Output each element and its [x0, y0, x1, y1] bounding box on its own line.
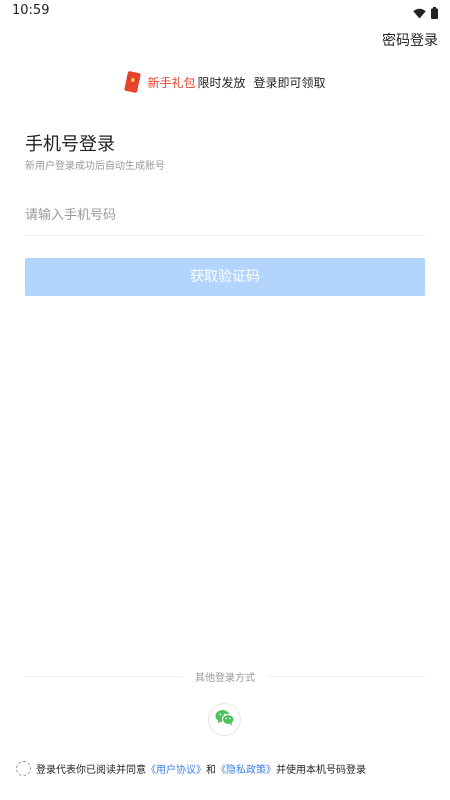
wechat-icon	[215, 709, 235, 730]
other-login-methods: 其他登录方式	[25, 668, 425, 684]
login-screen: 10:59 密码登录 新手礼包 限时发放 登录即可领取 手机号登录 新用户登录成…	[0, 0, 450, 800]
page-title: 手机号登录	[25, 134, 115, 155]
gift-claim-text: 登录即可领取	[253, 75, 326, 90]
gift-banner[interactable]: 新手礼包 限时发放 登录即可领取	[0, 68, 450, 96]
page-subtitle: 新用户登录成功后自动生成账号	[25, 161, 165, 172]
agreement-row: 登录代表你已阅读并同意 《用户协议》 和 《隐私政策》 并使用本机号码登录	[16, 759, 436, 777]
red-envelope-icon	[124, 70, 142, 94]
password-login-link[interactable]: 密码登录	[382, 30, 438, 50]
status-bar: 10:59	[0, 0, 450, 22]
gift-limited-text: 限时发放	[197, 75, 246, 90]
agree-checkbox[interactable]	[16, 760, 31, 776]
status-icons	[413, 4, 438, 23]
agreement-suffix: 并使用本机号码登录	[276, 764, 366, 776]
user-agreement-link[interactable]: 《用户协议》	[146, 761, 206, 776]
privacy-policy-link[interactable]: 《隐私政策》	[216, 761, 276, 776]
divider-right	[269, 675, 425, 677]
wechat-login-button[interactable]	[208, 703, 241, 736]
status-time: 10:59	[12, 3, 50, 18]
gift-highlight-text: 新手礼包	[147, 75, 196, 90]
wifi-icon	[413, 4, 426, 23]
agreement-and: 和	[206, 764, 216, 776]
get-code-button[interactable]: 获取验证码	[25, 258, 425, 296]
agreement-prefix: 登录代表你已阅读并同意	[36, 764, 146, 776]
battery-icon	[431, 4, 438, 23]
phone-number-input[interactable]	[25, 196, 425, 236]
other-login-label: 其他登录方式	[195, 672, 255, 684]
divider-left	[25, 675, 181, 677]
